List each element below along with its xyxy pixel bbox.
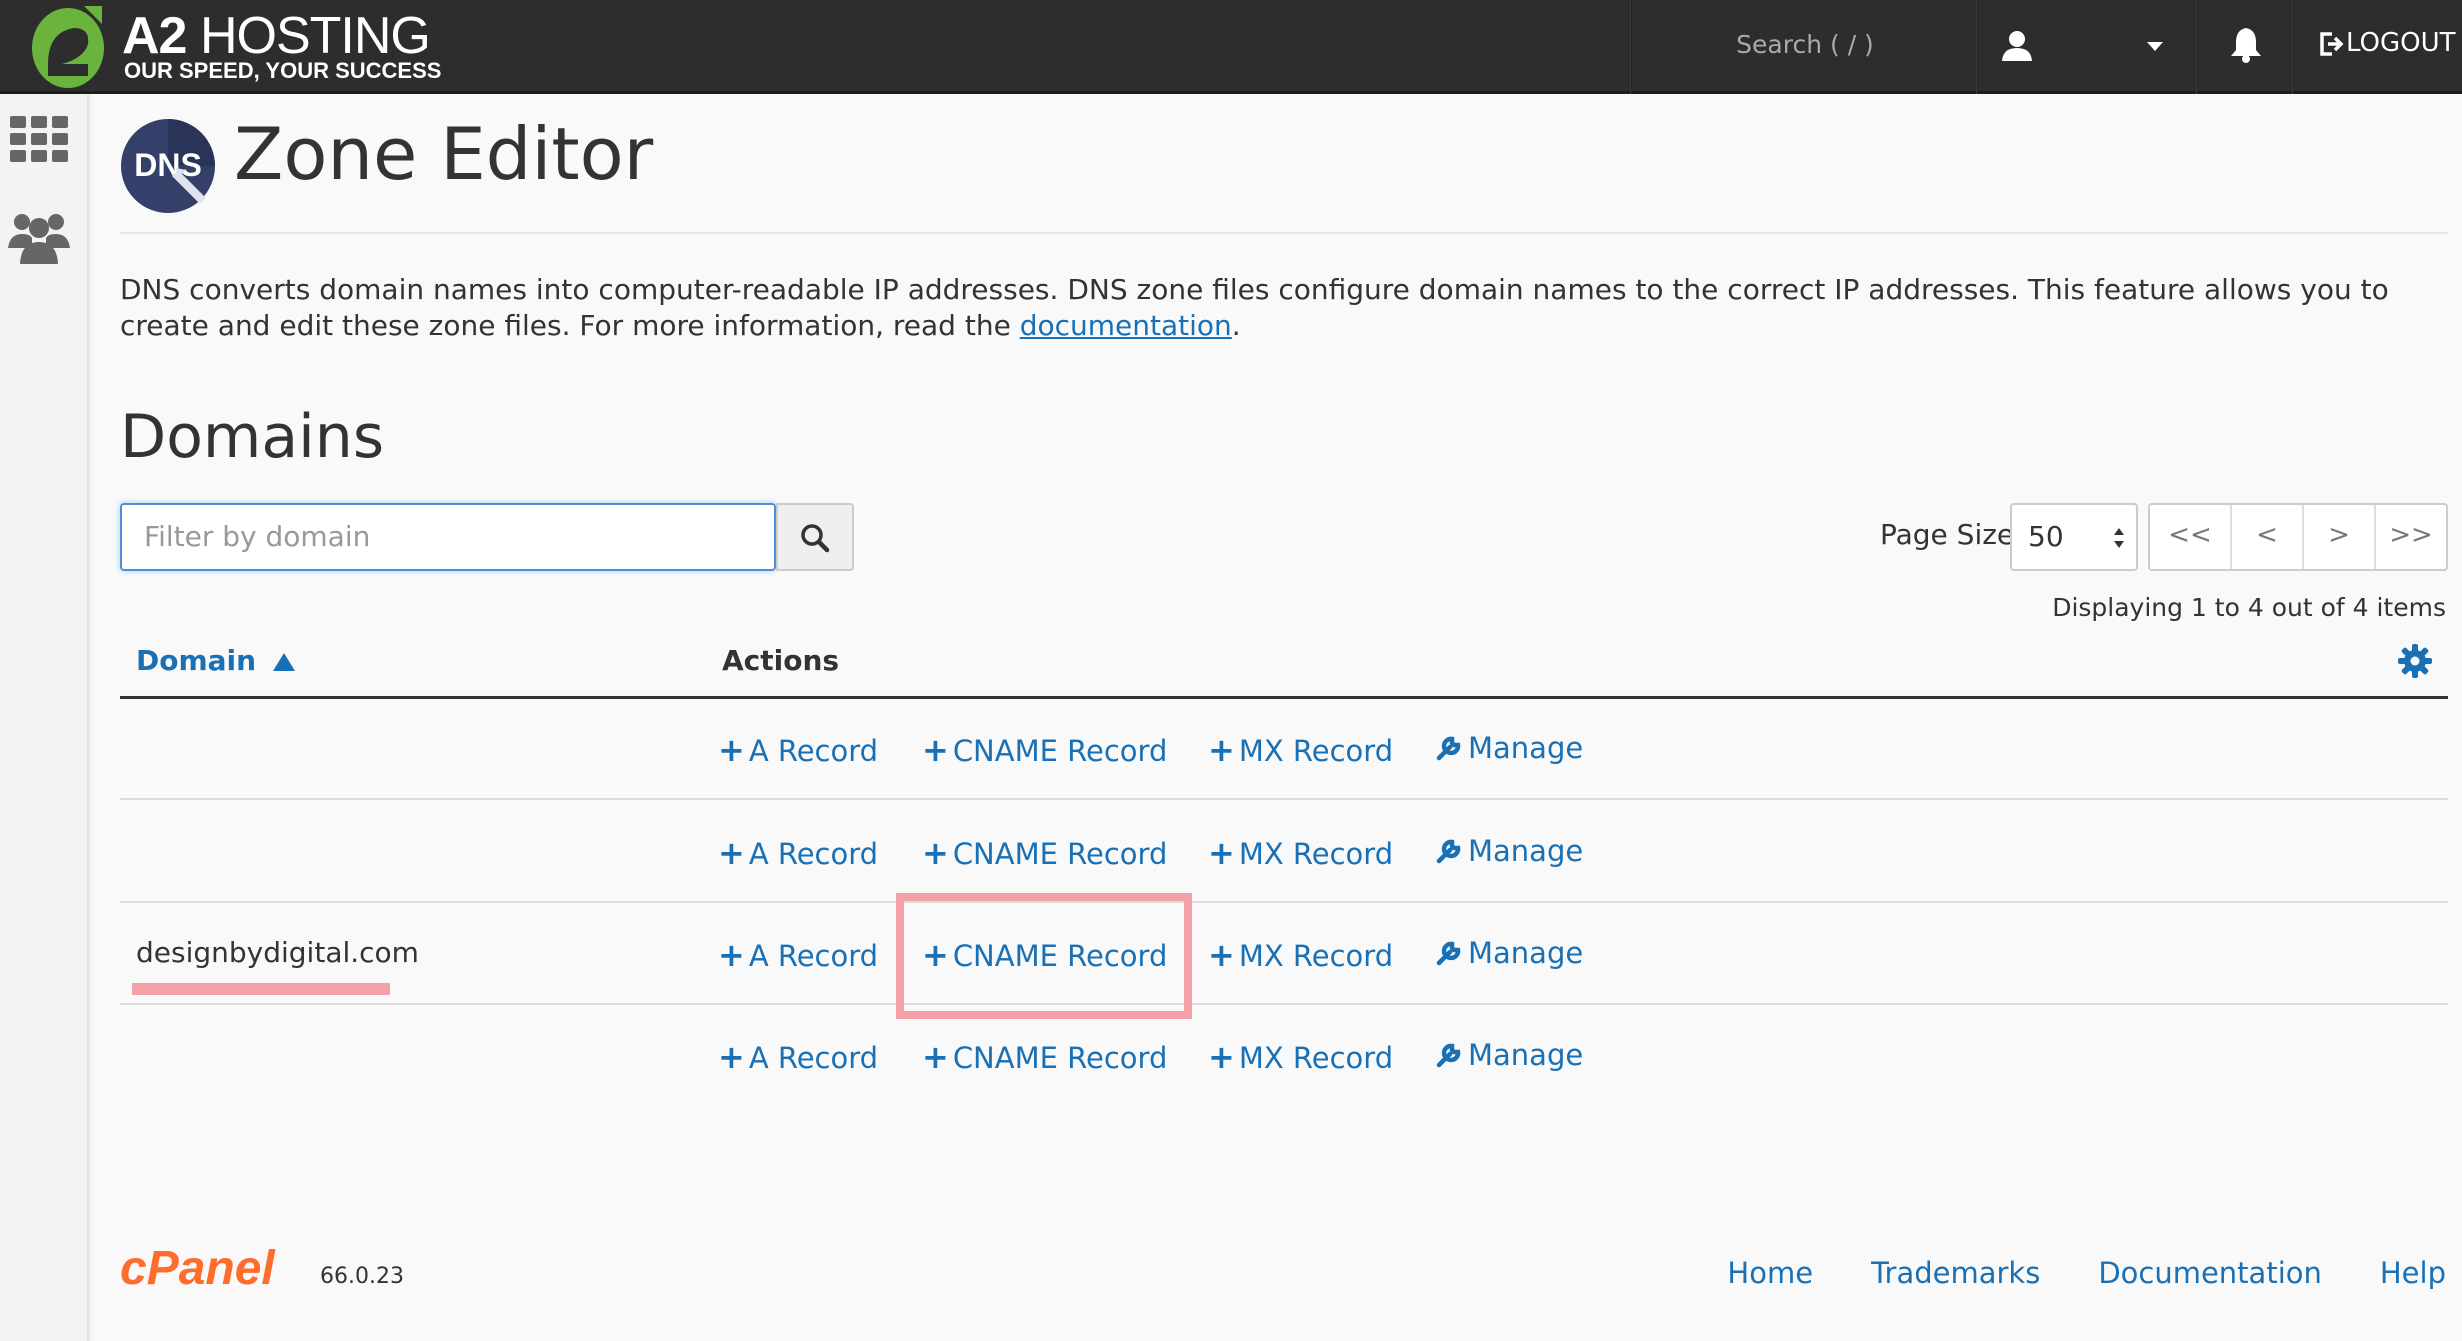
highlight-underline-domain (132, 983, 390, 995)
column-header-actions: Actions (722, 644, 840, 677)
add-mx-record-button[interactable]: + MX Record (1208, 936, 1393, 974)
add-a-record-button[interactable]: + A Record (718, 1038, 878, 1076)
search-button[interactable] (776, 503, 854, 571)
last-page-button[interactable]: >> (2374, 505, 2446, 569)
wrench-icon (1436, 736, 1461, 761)
domain-name: designbydigital.com (136, 936, 419, 969)
gear-icon[interactable] (2398, 644, 2432, 678)
page-title: Zone Editor (234, 112, 654, 196)
brand-name: A2 HOSTING (122, 7, 431, 65)
divider (120, 232, 2448, 234)
cpanel-version: 66.0.23 (320, 1264, 404, 1289)
pagination: << < > >> (2148, 503, 2448, 571)
cpanel-logo[interactable]: cPanel (120, 1242, 310, 1294)
divider (2292, 0, 2294, 94)
footer-link-help[interactable]: Help (2380, 1256, 2446, 1290)
select-arrows-icon (2114, 528, 2124, 548)
a2-hosting-logo[interactable]: A2 HOSTING OUR SPEED, YOUR SUCCESS (26, 2, 446, 90)
manage-button[interactable]: Manage (1436, 834, 1583, 868)
footer-link-documentation[interactable]: Documentation (2098, 1256, 2322, 1290)
search-input[interactable]: Search ( / ) (1632, 0, 1978, 94)
description-text: DNS converts domain names into computer-… (120, 273, 2389, 342)
table-row: + A Record + CNAME Record + MX Record Manag… (120, 1006, 2448, 1107)
svg-text:DNS: DNS (134, 147, 202, 183)
wrench-icon (1436, 839, 1461, 864)
brand-tagline: OUR SPEED, YOUR SUCCESS (124, 58, 442, 83)
divider (2196, 0, 2198, 94)
add-a-record-button[interactable]: + A Record (718, 834, 878, 872)
add-a-record-button[interactable]: + A Record (718, 731, 878, 769)
column-header-domain-label: Domain (136, 644, 257, 677)
dns-icon: DNS (121, 119, 215, 213)
footer-link-trademarks[interactable]: Trademarks (1871, 1256, 2040, 1290)
top-bar: A2 HOSTING OUR SPEED, YOUR SUCCESS Searc… (0, 0, 2462, 94)
displaying-count: Displaying 1 to 4 out of 4 items (2052, 593, 2446, 622)
sidebar (0, 94, 89, 1341)
manage-button[interactable]: Manage (1436, 1038, 1583, 1072)
users-icon[interactable] (8, 208, 70, 264)
logout-button[interactable]: LOGOUT (2318, 0, 2456, 88)
page-size-select[interactable]: 50 (2010, 503, 2138, 571)
page-size-value: 50 (2028, 520, 2064, 553)
add-mx-record-button[interactable]: + MX Record (1208, 1038, 1393, 1076)
first-page-button[interactable]: << (2150, 505, 2230, 569)
apps-grid-icon[interactable] (10, 116, 68, 162)
manage-button[interactable]: Manage (1436, 936, 1583, 970)
user-icon[interactable] (2000, 30, 2034, 62)
chevron-down-icon[interactable] (2146, 40, 2164, 52)
bell-icon[interactable] (2228, 26, 2264, 64)
manage-button[interactable]: Manage (1436, 731, 1583, 765)
add-cname-record-button[interactable]: + CNAME Record (922, 834, 1167, 872)
table-row: designbydigital.com + A Record + CNAME Rec… (120, 904, 2448, 1005)
column-header-domain[interactable]: Domain (136, 644, 296, 677)
table-row: + A Record + CNAME Record + MX Record Manag… (120, 802, 2448, 903)
table-row: + A Record + CNAME Record + MX Record Manag… (120, 699, 2448, 800)
page-description: DNS converts domain names into computer-… (120, 272, 2450, 344)
wrench-icon (1436, 941, 1461, 966)
logout-icon (2320, 31, 2344, 56)
add-mx-record-button[interactable]: + MX Record (1208, 731, 1393, 769)
search-icon (801, 524, 830, 553)
add-cname-record-button[interactable]: + CNAME Record (922, 731, 1167, 769)
filter-domain-input[interactable]: Filter by domain (120, 503, 776, 571)
wrench-icon (1436, 1043, 1461, 1068)
footer-link-home[interactable]: Home (1727, 1256, 1813, 1290)
add-a-record-button[interactable]: + A Record (718, 936, 878, 974)
next-page-button[interactable]: > (2302, 505, 2374, 569)
logout-label: LOGOUT (2346, 28, 2456, 58)
documentation-link[interactable]: documentation (1020, 309, 1232, 342)
description-end: . (1231, 309, 1241, 342)
add-cname-record-button[interactable]: + CNAME Record (922, 1038, 1167, 1076)
a2-logo-mark-icon (32, 6, 104, 88)
svg-text:cPanel: cPanel (120, 1242, 276, 1294)
highlight-box-cname (896, 893, 1192, 1019)
add-mx-record-button[interactable]: + MX Record (1208, 834, 1393, 872)
page-size-label: Page Size (1880, 518, 2015, 551)
divider (1976, 0, 1978, 94)
footer-links: Home Trademarks Documentation Help (1727, 1256, 2446, 1290)
sort-ascending-icon (272, 653, 295, 671)
domains-heading: Domains (120, 402, 385, 472)
prev-page-button[interactable]: < (2230, 505, 2302, 569)
